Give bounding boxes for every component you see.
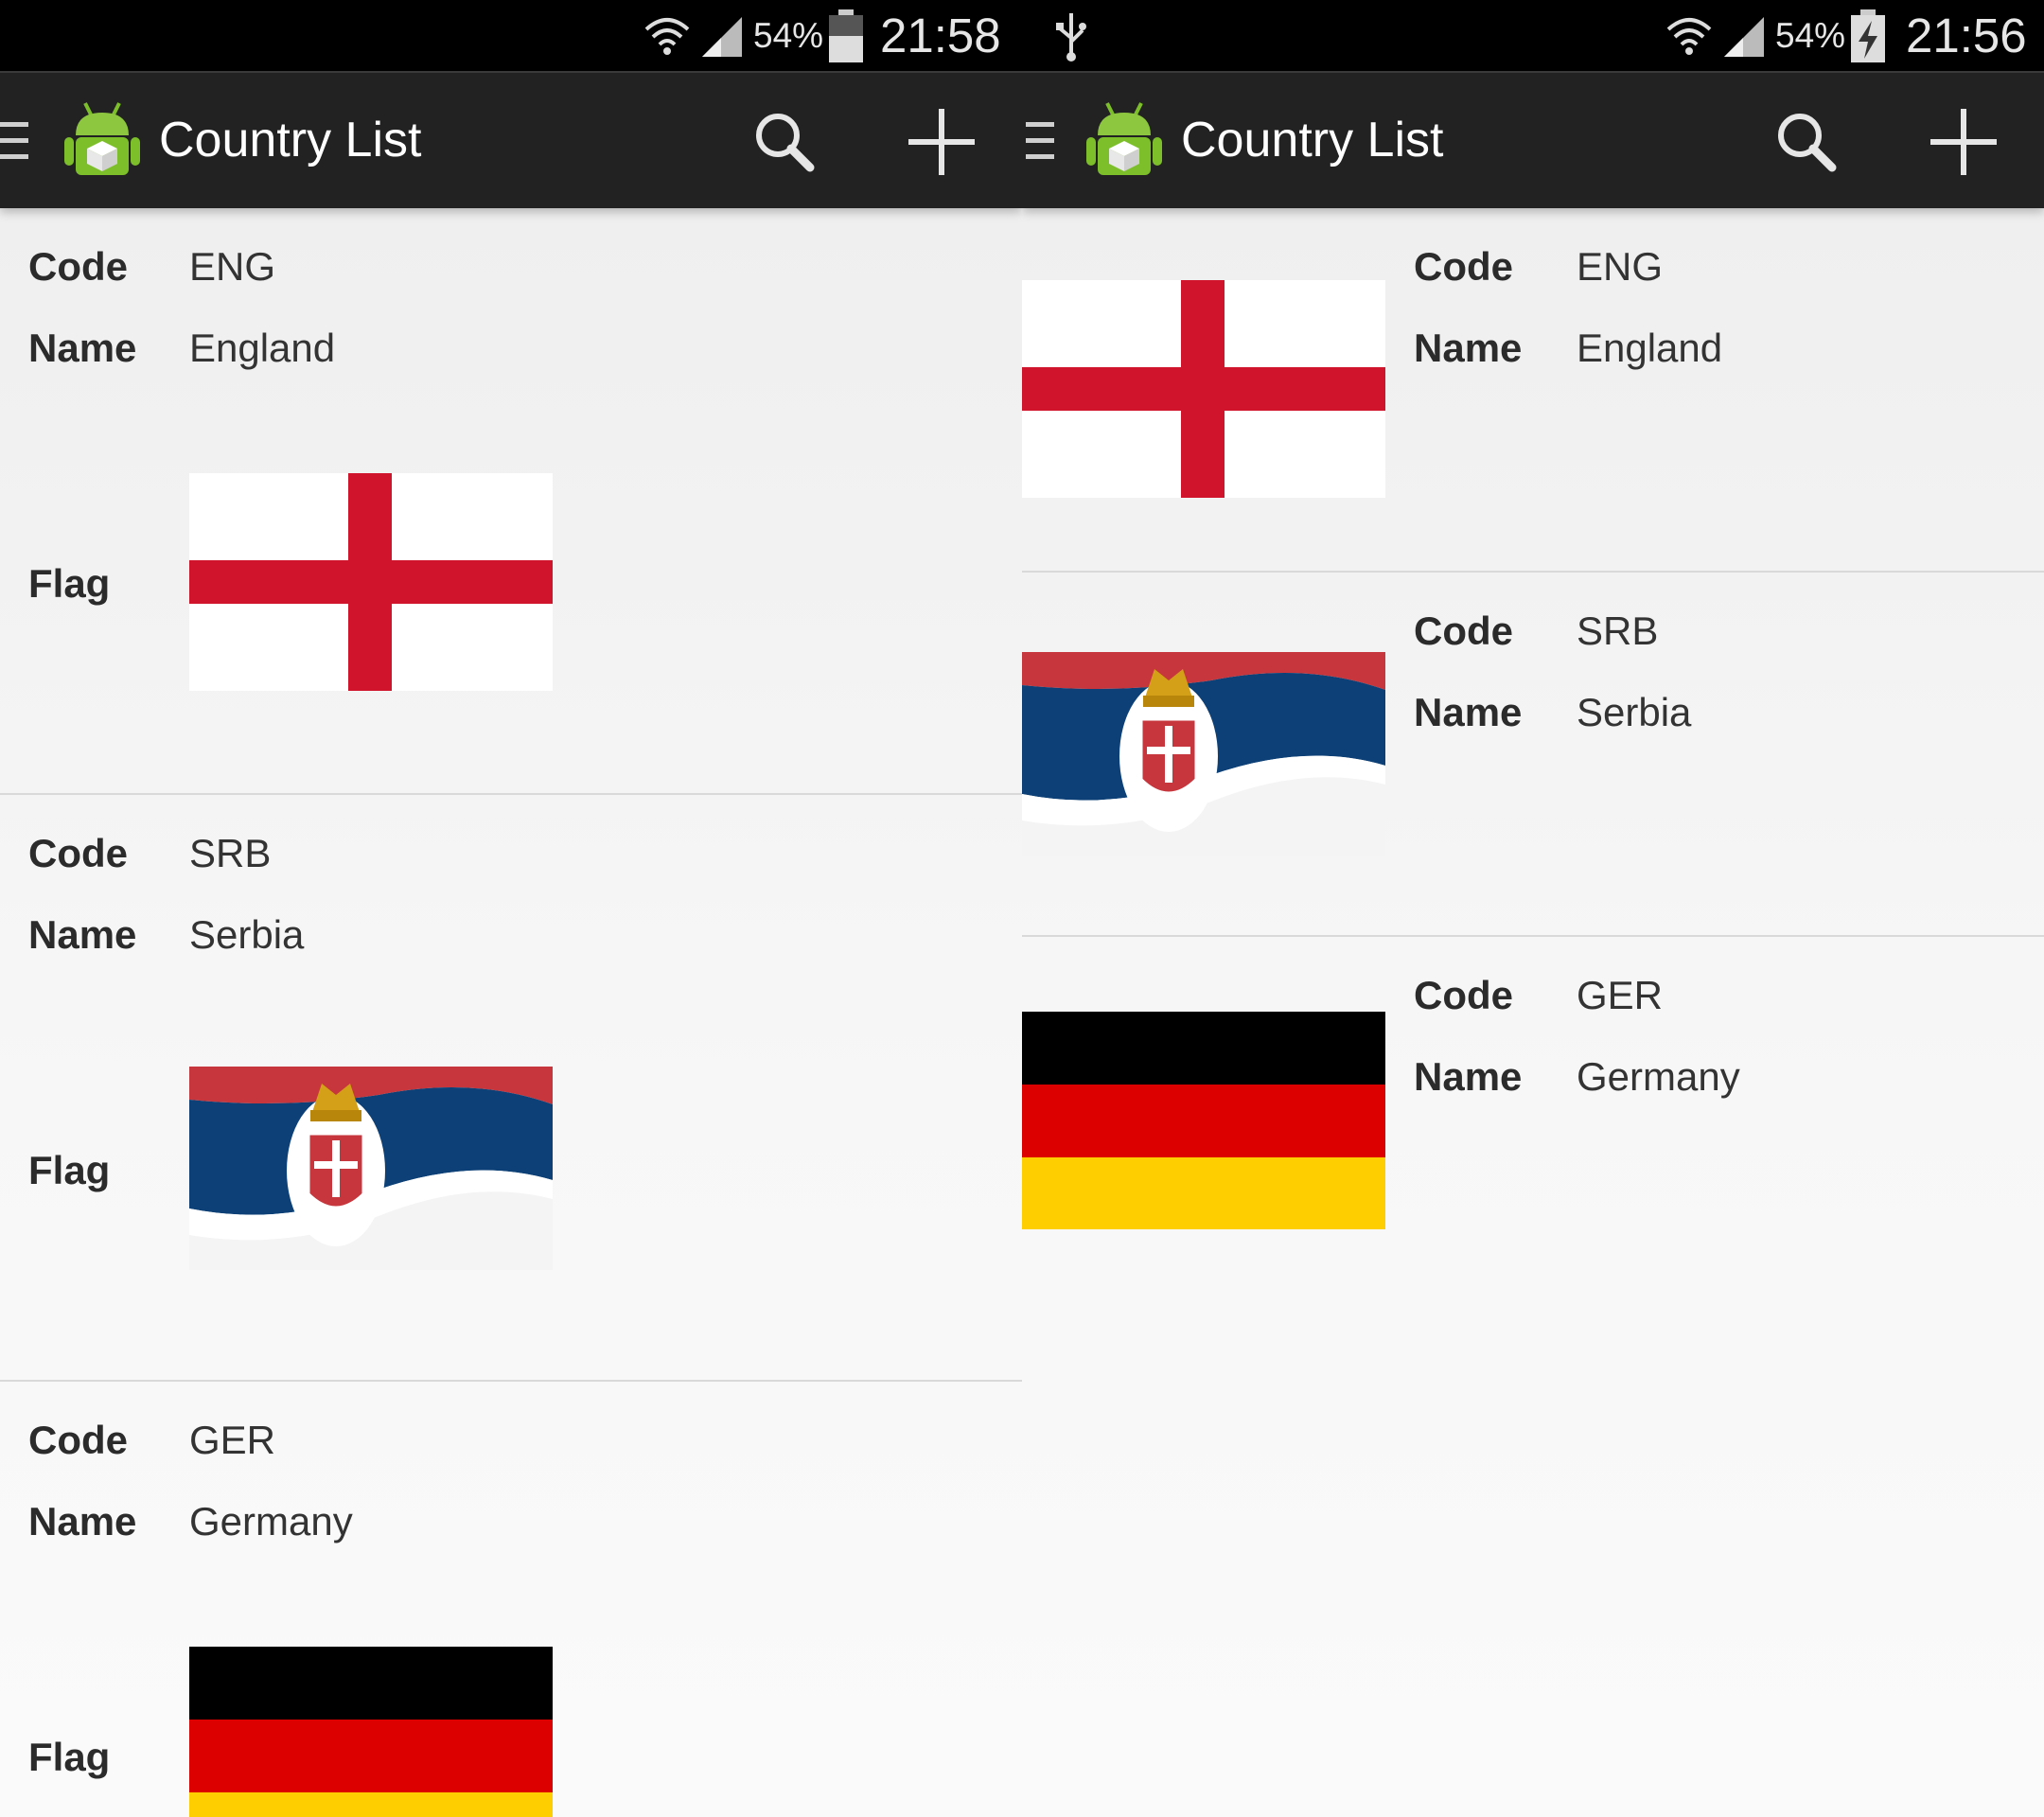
list-item-serbia[interactable]: Code SRB Name Serbia Flag: [0, 795, 1022, 1382]
code-label: Code: [1414, 244, 1513, 289]
search-icon[interactable]: [1770, 109, 1845, 175]
signal-icon: [698, 0, 744, 71]
app-title: Country List: [159, 113, 422, 168]
signal-icon: [1720, 0, 1766, 71]
code-label: Code: [28, 244, 128, 289]
battery-percent: 54%: [1775, 15, 1846, 55]
name-label: Name: [28, 326, 137, 370]
search-icon[interactable]: [748, 109, 823, 175]
battery-percent: 54%: [753, 15, 824, 55]
code-value: GER: [189, 1418, 276, 1462]
code-value: GER: [1577, 973, 1664, 1017]
code-label: Code: [1414, 973, 1513, 1017]
name-label: Name: [28, 912, 137, 957]
drawer-icon[interactable]: [1026, 122, 1054, 160]
name-value: England: [189, 326, 336, 370]
status-bar: 54% 21:58: [0, 0, 1022, 71]
clock: 21:56: [1906, 9, 2027, 62]
usb-icon: [1054, 0, 1088, 71]
wifi-icon: [1664, 0, 1715, 71]
flag-label: Flag: [28, 1735, 111, 1779]
list-item-england[interactable]: Code ENG Name England: [1022, 206, 2044, 573]
code-value: SRB: [189, 831, 272, 875]
list-item-germany[interactable]: Code GER Name Germany: [1022, 937, 2044, 1301]
add-icon[interactable]: [1926, 109, 2001, 175]
england-flag-icon: [189, 473, 553, 691]
list-item-germany[interactable]: Code GER Name Germany Flag: [0, 1382, 1022, 1817]
battery-icon: [829, 0, 863, 71]
name-label: Name: [1414, 326, 1523, 370]
list-item-serbia[interactable]: Code SRB Name Serbia: [1022, 573, 2044, 937]
flag-label: Flag: [28, 561, 111, 606]
android-logo-icon[interactable]: [1086, 99, 1162, 185]
name-value: Germany: [189, 1499, 353, 1544]
serbia-flag-icon: [1022, 652, 1385, 856]
action-bar: Country List: [0, 71, 1022, 208]
screen-left: 54% 21:58 Country List Code ENG Name Eng…: [0, 0, 1022, 1817]
code-value: ENG: [189, 244, 276, 289]
name-value: Germany: [1577, 1054, 1740, 1099]
code-label: Code: [1414, 609, 1513, 653]
code-label: Code: [28, 831, 128, 875]
name-label: Name: [28, 1499, 137, 1544]
name-label: Name: [1414, 690, 1523, 734]
android-logo-icon[interactable]: [64, 99, 140, 185]
screen-right: 54% 21:56 Country List Code ENG Name Eng…: [1022, 0, 2044, 1817]
wifi-icon: [642, 0, 693, 71]
app-title: Country List: [1181, 113, 1444, 168]
drawer-icon[interactable]: [0, 122, 28, 160]
flag-label: Flag: [28, 1148, 111, 1192]
action-bar: Country List: [1022, 71, 2044, 208]
add-icon[interactable]: [904, 109, 979, 175]
battery-charging-icon: [1851, 0, 1885, 71]
serbia-flag-icon: [189, 1067, 553, 1270]
list-item-england[interactable]: Code ENG Name England Flag: [0, 206, 1022, 795]
code-value: SRB: [1577, 609, 1659, 653]
status-bar: 54% 21:56: [1022, 0, 2044, 71]
name-value: Serbia: [189, 912, 305, 957]
name-value: England: [1577, 326, 1723, 370]
code-label: Code: [28, 1418, 128, 1462]
england-flag-icon: [1022, 280, 1385, 498]
clock: 21:58: [880, 9, 1001, 62]
germany-flag-icon: [189, 1647, 553, 1817]
code-value: ENG: [1577, 244, 1664, 289]
name-label: Name: [1414, 1054, 1523, 1099]
name-value: Serbia: [1577, 690, 1692, 734]
germany-flag-icon: [1022, 1012, 1385, 1229]
